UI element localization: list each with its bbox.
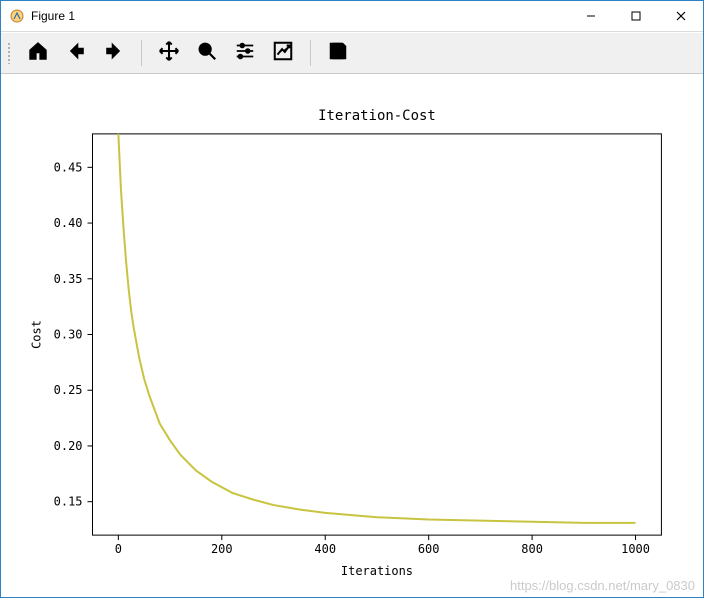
chart-canvas: Iteration-Cost 0 200 400 600 800 1000 0.15 0.20 0… (1, 74, 703, 597)
back-button[interactable] (57, 36, 95, 70)
save-button[interactable] (319, 36, 357, 70)
axes-button[interactable] (264, 36, 302, 70)
home-button[interactable] (19, 36, 57, 70)
move-icon (158, 40, 180, 67)
maximize-button[interactable] (613, 1, 658, 31)
app-icon (9, 8, 25, 24)
chart-title: Iteration-Cost (318, 108, 436, 124)
sliders-icon (234, 40, 256, 67)
svg-text:200: 200 (211, 542, 233, 556)
separator (310, 40, 311, 66)
save-icon (327, 40, 349, 67)
series-line (118, 134, 635, 523)
zoom-icon (196, 40, 218, 67)
home-icon (27, 40, 49, 67)
svg-text:800: 800 (521, 542, 543, 556)
svg-text:0: 0 (115, 542, 122, 556)
svg-text:600: 600 (418, 542, 440, 556)
svg-text:0.15: 0.15 (54, 495, 83, 509)
chart-line-icon (272, 40, 294, 67)
subplots-button[interactable] (226, 36, 264, 70)
plot-area[interactable]: Iteration-Cost 0 200 400 600 800 1000 0.15 0.20 0… (1, 74, 703, 597)
minimize-button[interactable] (568, 1, 613, 31)
window-title: Figure 1 (31, 9, 75, 23)
separator (141, 40, 142, 66)
y-axis-label: Cost (30, 320, 44, 349)
toolbar-grip (7, 42, 11, 64)
figure-window: Figure 1 (0, 0, 704, 598)
forward-button[interactable] (95, 36, 133, 70)
titlebar: Figure 1 (1, 1, 703, 32)
svg-text:1000: 1000 (621, 542, 650, 556)
svg-text:0.20: 0.20 (54, 439, 83, 453)
x-axis-label: Iterations (341, 564, 413, 578)
svg-text:0.40: 0.40 (54, 216, 83, 230)
arrow-left-icon (65, 40, 87, 67)
close-button[interactable] (658, 1, 703, 31)
svg-text:400: 400 (314, 542, 336, 556)
toolbar (1, 32, 703, 74)
svg-text:0.30: 0.30 (54, 327, 83, 341)
svg-text:0.35: 0.35 (54, 272, 83, 286)
zoom-button[interactable] (188, 36, 226, 70)
svg-text:0.25: 0.25 (54, 383, 83, 397)
pan-button[interactable] (150, 36, 188, 70)
arrow-right-icon (103, 40, 125, 67)
svg-text:0.45: 0.45 (54, 160, 83, 174)
